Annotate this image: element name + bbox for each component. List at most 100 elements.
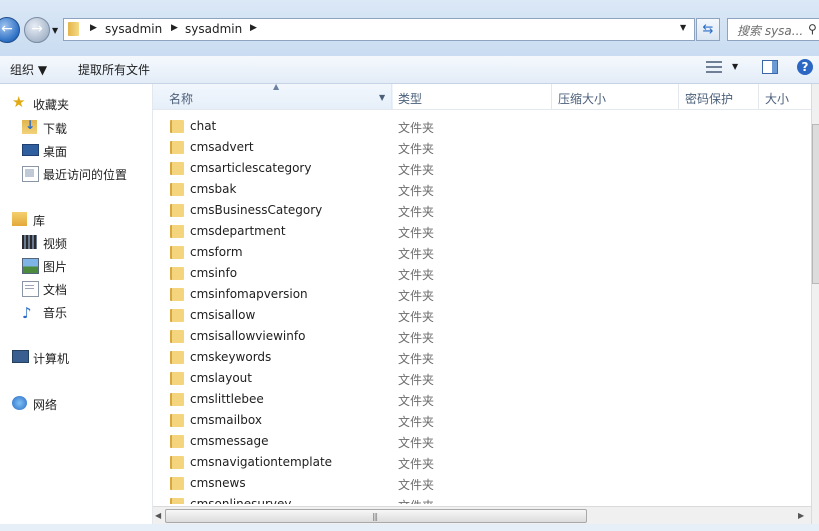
column-header-password[interactable]: 密码保护 <box>685 90 733 107</box>
file-name: cmsform <box>190 245 243 259</box>
file-name: cmsdepartment <box>190 224 286 238</box>
breadcrumb-arrow-icon[interactable]: ▶ <box>90 23 97 33</box>
file-name: cmsinfo <box>190 266 238 280</box>
breadcrumb-arrow-icon[interactable]: ▶ <box>250 23 257 33</box>
file-row[interactable]: cmsnews 文件夹 <box>153 474 803 495</box>
scroll-left-icon[interactable]: ◀ <box>155 511 161 520</box>
nav-label: 计算机 <box>33 352 70 366</box>
breadcrumb-item[interactable]: sysadmin <box>185 22 242 36</box>
file-type: 文件夹 <box>398 497 434 504</box>
folder-icon <box>170 498 184 504</box>
help-icon[interactable]: ? <box>797 59 813 75</box>
desktop-icon <box>22 144 39 156</box>
folder-icon <box>170 330 184 343</box>
file-list-pane: ▲ 名称 ▼ 类型 压缩大小 密码保护 大小 chat 文件夹 cmsadvert 文… <box>153 82 819 524</box>
file-row[interactable]: cmsadvert 文件夹 <box>153 138 803 159</box>
file-name: cmsnavigationtemplate <box>190 455 333 469</box>
file-row[interactable]: cmsarticlescategory 文件夹 <box>153 159 803 180</box>
breadcrumb-item[interactable]: sysadmin <box>105 22 162 36</box>
file-row[interactable]: cmsisallowviewinfo 文件夹 <box>153 327 803 348</box>
nav-label: 文档 <box>43 283 68 297</box>
file-row[interactable]: cmsinfo 文件夹 <box>153 264 803 285</box>
column-divider[interactable] <box>678 84 679 109</box>
file-name: chat <box>190 119 217 133</box>
file-name: cmsbak <box>190 182 237 196</box>
address-breadcrumb[interactable]: ▶ sysadmin ▶ sysadmin ▶ ▼ <box>63 18 695 41</box>
file-row[interactable]: cmsform 文件夹 <box>153 243 803 264</box>
file-name: cmsmailbox <box>190 413 262 427</box>
address-dropdown-icon[interactable]: ▼ <box>680 23 686 32</box>
music-icon: ♪ <box>22 304 32 322</box>
file-name: cmsisallow <box>190 308 256 322</box>
organize-button[interactable]: 组织 ▼ <box>10 61 47 78</box>
column-header-row: ▲ 名称 ▼ 类型 压缩大小 密码保护 大小 <box>153 82 819 110</box>
vertical-scrollbar[interactable] <box>811 84 819 524</box>
recent-places-icon <box>22 166 39 182</box>
nav-label: 桌面 <box>43 145 68 159</box>
file-row[interactable]: cmsbak 文件夹 <box>153 180 803 201</box>
file-type: 文件夹 <box>398 415 435 429</box>
document-icon <box>22 281 39 297</box>
file-type: 文件夹 <box>398 331 435 345</box>
breadcrumb-arrow-icon[interactable]: ▶ <box>171 23 178 33</box>
file-row[interactable]: cmsmailbox 文件夹 <box>153 411 803 432</box>
scroll-right-icon[interactable]: ▶ <box>798 511 804 520</box>
view-options-icon[interactable] <box>706 60 722 74</box>
nav-label: 最近访问的位置 <box>43 168 128 182</box>
file-type: 文件夹 <box>398 352 435 366</box>
nav-label: 视频 <box>43 237 68 251</box>
folder-icon <box>170 351 184 364</box>
file-name: cmsinfomapversion <box>190 287 308 301</box>
column-header-type[interactable]: 类型 <box>398 90 422 107</box>
file-type: 文件夹 <box>398 163 435 177</box>
file-row[interactable]: cmslayout 文件夹 <box>153 369 803 390</box>
horizontal-scroll-thumb[interactable]: ||| <box>165 509 587 523</box>
view-dropdown-icon[interactable]: ▼ <box>732 62 738 71</box>
file-row[interactable]: cmsisallow 文件夹 <box>153 306 803 327</box>
file-type: 文件夹 <box>398 394 435 408</box>
picture-icon <box>22 258 39 274</box>
recent-pages-dropdown-icon[interactable]: ▼ <box>52 26 58 35</box>
file-name: cmslittlebee <box>190 392 264 406</box>
file-row[interactable]: cmsinfomapversion 文件夹 <box>153 285 803 306</box>
refresh-button[interactable]: ⇆ <box>696 18 720 41</box>
search-icon[interactable]: ⚲ <box>808 22 817 36</box>
file-type: 文件夹 <box>398 142 435 156</box>
file-row[interactable]: chat 文件夹 <box>153 117 803 138</box>
column-header-name[interactable]: 名称 <box>169 90 193 107</box>
column-divider[interactable] <box>551 84 552 109</box>
column-header-size[interactable]: 大小 <box>765 90 789 107</box>
column-filter-dropdown-icon[interactable]: ▼ <box>379 93 385 102</box>
folder-icon <box>170 162 184 175</box>
file-name: cmsnews <box>190 476 246 490</box>
sort-ascending-icon: ▲ <box>273 82 280 91</box>
column-divider[interactable] <box>758 84 759 109</box>
forward-button[interactable]: → <box>24 17 50 43</box>
file-type: 文件夹 <box>398 478 435 492</box>
column-divider[interactable] <box>391 84 392 109</box>
extract-all-button[interactable]: 提取所有文件 <box>78 61 150 78</box>
library-icon <box>12 212 27 226</box>
nav-label: 下载 <box>43 122 68 136</box>
file-type: 文件夹 <box>398 457 435 471</box>
horizontal-scrollbar[interactable]: ◀ ||| ▶ <box>153 506 811 524</box>
search-input[interactable]: 搜索 sysa... <box>737 22 803 39</box>
folder-icon <box>170 309 184 322</box>
nav-label: 收藏夹 <box>33 98 70 112</box>
file-row[interactable]: cmsmessage 文件夹 <box>153 432 803 453</box>
column-header-compressed-size[interactable]: 压缩大小 <box>558 90 606 107</box>
file-row[interactable]: cmslittlebee 文件夹 <box>153 390 803 411</box>
search-box[interactable]: 搜索 sysa... ⚲ <box>727 18 819 41</box>
vertical-scroll-thumb[interactable] <box>812 124 819 284</box>
file-row[interactable]: cmsdepartment 文件夹 <box>153 222 803 243</box>
file-row[interactable]: cmskeywords 文件夹 <box>153 348 803 369</box>
file-row[interactable]: cmsBusinessCategory 文件夹 <box>153 201 803 222</box>
file-type: 文件夹 <box>398 436 435 450</box>
file-row[interactable]: cmsonlinesurvey 文件夹 <box>153 495 803 504</box>
file-type: 文件夹 <box>398 289 435 303</box>
preview-pane-icon[interactable] <box>762 60 778 74</box>
file-type: 文件夹 <box>398 205 435 219</box>
file-row[interactable]: cmsnavigationtemplate 文件夹 <box>153 453 803 474</box>
back-button[interactable]: ← <box>0 17 20 43</box>
folder-icon <box>170 204 184 217</box>
